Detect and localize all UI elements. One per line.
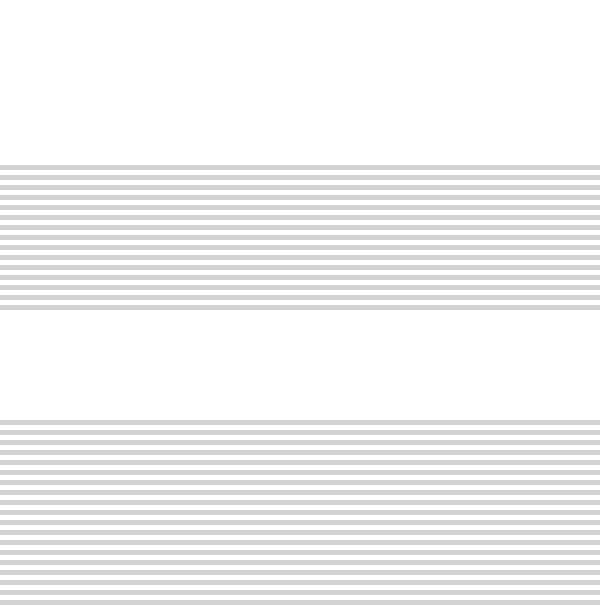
decorative-stripe (0, 285, 600, 290)
decorative-stripe (0, 185, 600, 190)
decorative-stripe (0, 560, 600, 565)
decorative-stripe (0, 225, 600, 230)
decorative-stripe (0, 265, 600, 270)
decorative-stripe (0, 205, 600, 210)
decorative-stripe (0, 235, 600, 240)
decorative-stripe (0, 450, 600, 455)
decorative-stripe (0, 305, 600, 310)
decorative-stripe (0, 165, 600, 170)
decorative-stripe (0, 520, 600, 525)
decorative-stripe (0, 490, 600, 495)
decorative-stripe (0, 550, 600, 555)
decorative-stripe (0, 195, 600, 200)
decorative-stripe (0, 600, 600, 605)
decorative-stripe (0, 580, 600, 585)
decorative-stripe (0, 510, 600, 515)
decorative-stripe (0, 215, 600, 220)
stripe-band-middle (0, 165, 600, 310)
decorative-stripe (0, 175, 600, 180)
decorative-stripe (0, 570, 600, 575)
decorative-stripe (0, 255, 600, 260)
decorative-stripe (0, 590, 600, 595)
decorative-stripe (0, 440, 600, 445)
decorative-stripe (0, 500, 600, 505)
decorative-stripe (0, 460, 600, 465)
decorative-stripe (0, 295, 600, 300)
decorative-stripe (0, 540, 600, 545)
decorative-stripe (0, 470, 600, 475)
decorative-stripe (0, 480, 600, 485)
decorative-stripe (0, 420, 600, 425)
decorative-stripe (0, 530, 600, 535)
decorative-stripe (0, 430, 600, 435)
decorative-stripe (0, 275, 600, 280)
decorative-stripe (0, 245, 600, 250)
stripe-band-bottom (0, 420, 600, 605)
